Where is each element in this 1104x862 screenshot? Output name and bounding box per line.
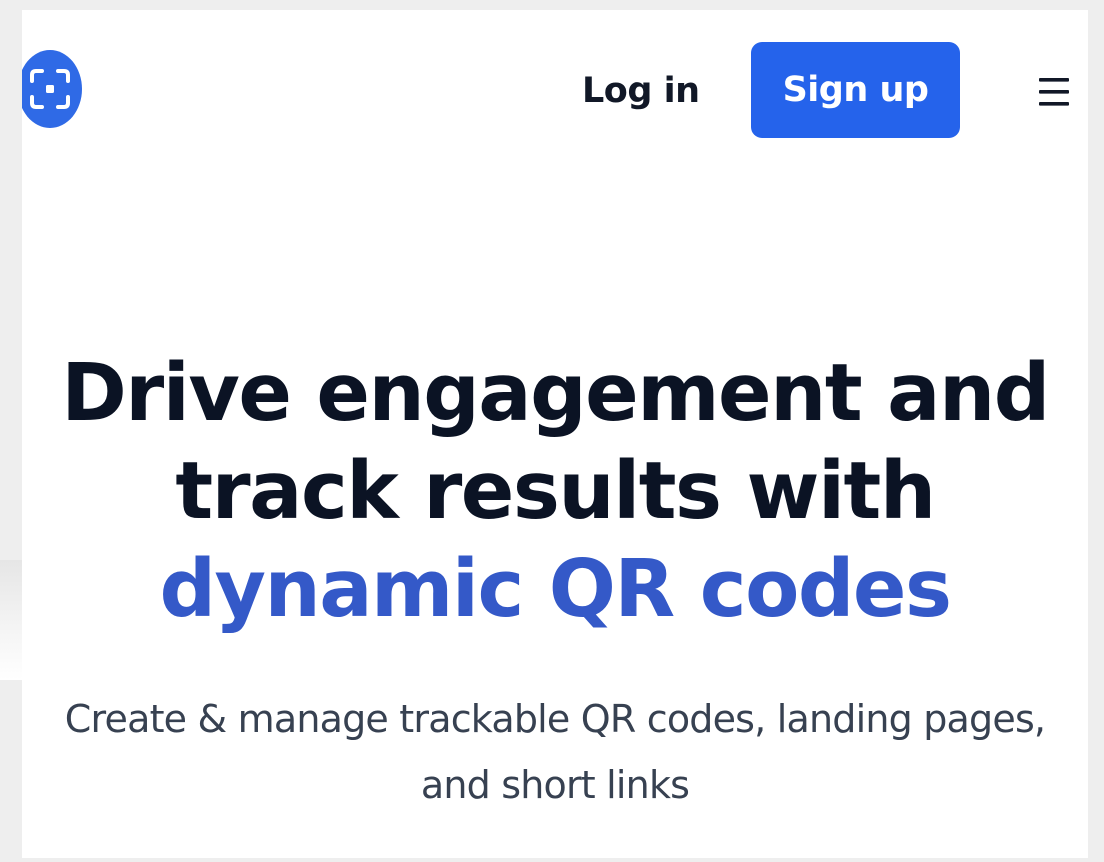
hero-subtitle-line-1: Create & manage trackable QR codes, land… [64,697,1046,741]
hero-title: Drive engagement and track results with … [22,344,1088,638]
login-link[interactable]: Log in [582,66,700,116]
hero-subtitle-line-2: and short links [420,763,690,807]
landing-page: Log in Sign up Drive engagement and trac… [22,10,1088,858]
hero-title-main: Drive engagement and track results with [61,347,1050,537]
hamburger-menu-icon [1039,78,1069,106]
signup-button[interactable]: Sign up [751,42,960,138]
hero-title-accent: dynamic QR codes [159,543,952,635]
site-header: Log in Sign up [22,10,1088,180]
hero-subtitle: Create & manage trackable QR codes, land… [22,686,1088,818]
menu-button[interactable] [1032,72,1076,112]
page-edge-shade [0,560,22,680]
qr-scan-frame-icon [30,69,70,109]
brand-logo[interactable] [22,50,82,128]
